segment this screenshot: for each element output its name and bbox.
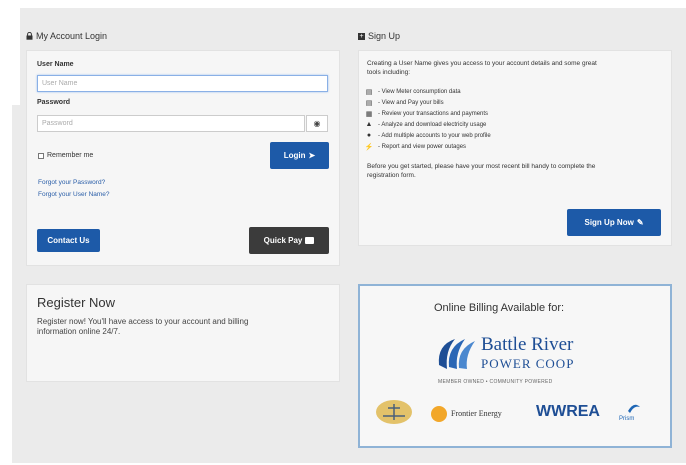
password-input[interactable]: Password [37, 115, 305, 132]
feature-item: ▤ - View and Pay your bills [364, 99, 444, 107]
register-text: Register now! You'll have access to your… [37, 317, 248, 337]
frontier-energy-logo-text: Frontier Energy [451, 409, 502, 418]
prism-logo-icon [628, 404, 640, 413]
wwrea-logo-text: WWREA [536, 403, 600, 420]
signup-intro: Creating a User Name gives you access to… [367, 59, 597, 77]
checkbox-box[interactable] [38, 152, 44, 159]
username-label: User Name [37, 61, 74, 68]
user-icon: ● [366, 132, 372, 139]
register-text-line2: information online 24/7. [37, 327, 121, 336]
login-button[interactable]: Login ➤ [270, 142, 329, 169]
prism-logo-text: Prism [619, 416, 635, 422]
bolt-icon: ⚡ [364, 144, 374, 151]
password-label: Password [37, 99, 71, 106]
eye-icon: ◉ [313, 119, 321, 128]
contact-us-button[interactable]: Contact Us [37, 229, 100, 252]
feature-item: ▲ - Analyze and download electricity usag… [364, 121, 487, 128]
card-icon [305, 237, 315, 244]
feature-text: - Report and view power outages [378, 144, 467, 150]
signup-before-text: Before you get started, please have your… [367, 162, 595, 180]
login-section-title: My Account Login [26, 31, 107, 41]
feature-item: ▤ - View Meter consumption data [364, 88, 461, 96]
feature-text: - Review your transactions and payments [378, 111, 489, 117]
feature-item: ⚡ - Report and view power outages [364, 143, 466, 151]
login-arrow-icon: ➤ [308, 151, 316, 160]
quick-pay-button[interactable]: Quick Pay [249, 227, 329, 254]
login-button-label: Login [283, 151, 306, 160]
feature-text: - View Meter consumption data [378, 89, 461, 95]
lock-icon [26, 32, 33, 40]
feature-text: - Add multiple accounts to your web prof… [378, 132, 491, 139]
list-icon: ▦ [365, 111, 373, 118]
meter-icon: ▤ [365, 89, 373, 96]
register-title: Register Now [37, 295, 116, 310]
feature-text: - Analyze and download electricity usage [378, 121, 487, 128]
sign-up-now-label: Sign Up Now [584, 218, 634, 227]
edit-icon: ✎ [636, 218, 644, 227]
corner-cutout [0, 0, 20, 105]
username-input[interactable]: User Name [37, 75, 328, 92]
battle-river-logo-icon [438, 339, 475, 369]
remember-me-label: Remember me [47, 152, 94, 159]
brand-name-line1: Battle River [481, 334, 574, 355]
signup-title-text: Sign Up [368, 31, 401, 41]
feature-text: - View and Pay your bills [378, 100, 444, 106]
brand-tagline: MEMBER OWNED • COMMUNITY POWERED [438, 379, 553, 385]
frontier-energy-logo-icon [431, 406, 447, 422]
feature-item: ● - Add multiple accounts to your web pro… [364, 132, 491, 139]
partner-utility-logo-icon [376, 400, 412, 424]
signup-section-title: + Sign Up [358, 31, 400, 41]
remember-me-checkbox[interactable]: Remember me [38, 152, 93, 159]
brand-name-line2: POWER COOP [481, 356, 575, 371]
billing-title: Online Billing Available for: [434, 302, 565, 314]
feature-item: ▦ - Review your transactions and payments [364, 110, 488, 118]
forgot-password-link[interactable]: Forgot your Password? [38, 179, 105, 186]
chart-icon: ▲ [365, 121, 373, 128]
login-title-text: My Account Login [36, 31, 108, 41]
signup-before-line1: Before you get started, please have your… [367, 163, 596, 170]
bill-icon: ▤ [365, 100, 373, 107]
forgot-username-link[interactable]: Forgot your User Name? [38, 191, 110, 198]
signup-intro-line2: tools including: [367, 69, 410, 76]
signup-intro-line1: Creating a User Name gives you access to… [367, 60, 597, 67]
signup-before-line2: registration form. [367, 172, 416, 179]
register-text-line1: Register now! You'll have access to your… [37, 317, 249, 326]
plus-square-icon: + [358, 32, 365, 40]
contact-us-label: Contact Us [47, 236, 90, 245]
show-password-button[interactable]: ◉ [306, 115, 328, 132]
quick-pay-label: Quick Pay [263, 236, 303, 245]
sign-up-now-button[interactable]: Sign Up Now ✎ [567, 209, 661, 236]
